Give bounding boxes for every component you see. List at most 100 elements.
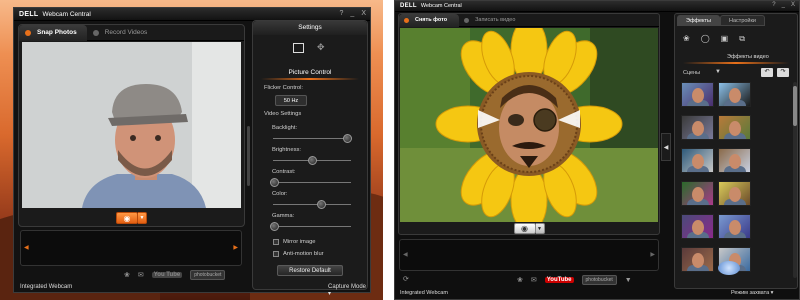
restore-default-button[interactable]: Restore Default xyxy=(277,265,343,276)
camera-icon: ◉ xyxy=(123,213,131,223)
flicker-control-select[interactable]: 50 Hz xyxy=(275,95,307,106)
effect-thumbnail[interactable] xyxy=(718,82,751,107)
anti-motion-blur-checkbox[interactable] xyxy=(273,251,279,257)
windows-icon[interactable]: ⧉ xyxy=(739,34,745,44)
undo-icon[interactable]: ↶ xyxy=(761,68,773,77)
capture-mode-button[interactable]: Режим захвата ▾ xyxy=(731,290,773,296)
snap-options-dropdown[interactable]: ▼ xyxy=(138,212,147,224)
effect-thumbnail[interactable] xyxy=(681,181,714,206)
slider-knob[interactable] xyxy=(270,222,280,231)
tab-snap-photos[interactable]: Снять фото xyxy=(399,14,460,27)
mirror-image-checkbox[interactable] xyxy=(273,239,279,245)
shield-icon[interactable]: ◯ xyxy=(701,34,710,44)
window-title: Webcam Central xyxy=(420,3,462,9)
effect-thumbnail[interactable] xyxy=(718,148,751,173)
thumbnail-face xyxy=(692,121,704,136)
tab-settings[interactable]: Настройки xyxy=(720,15,765,26)
move-icon[interactable]: ✥ xyxy=(317,42,325,53)
webcam-window-ru: DELL Webcam Central ? _ X Снять фото Зап… xyxy=(394,0,800,300)
picture-control-label: Picture Control xyxy=(288,69,332,76)
palette-icon[interactable]: ❀ xyxy=(683,34,690,44)
capture-panel: Snap Photos Record Videos ◉ ▼ xyxy=(18,24,245,227)
effect-thumbnail[interactable] xyxy=(681,82,714,107)
collapse-side-panel-button[interactable]: ◀ xyxy=(661,133,671,161)
help-button[interactable]: ? xyxy=(340,10,344,17)
mail-icon[interactable]: ✉ xyxy=(138,271,144,279)
tab-label: Снять фото xyxy=(415,17,448,23)
thumbnail-face xyxy=(729,154,741,169)
effect-bubble-icon[interactable] xyxy=(718,261,740,275)
tab-record-videos[interactable]: Record Videos xyxy=(87,25,158,41)
close-button[interactable]: X xyxy=(791,2,795,8)
slider-track[interactable] xyxy=(273,134,352,143)
slider-knob[interactable] xyxy=(316,200,326,209)
slider-track[interactable] xyxy=(270,222,351,231)
effects-icon[interactable]: ❀ xyxy=(517,276,523,284)
snap-options-dropdown[interactable]: ▼ xyxy=(535,223,545,234)
strip-right-arrow[interactable]: ▶ xyxy=(650,251,655,258)
slider-label: Brightness: xyxy=(272,147,301,153)
camera-icon: ◉ xyxy=(521,224,528,233)
record-dot-icon xyxy=(464,18,470,23)
effect-thumbnail[interactable] xyxy=(718,214,751,239)
effects-scrollbar[interactable] xyxy=(793,82,797,278)
effects-icon[interactable]: ❀ xyxy=(124,271,130,279)
title-bar[interactable]: DELL Webcam Central ? _ X xyxy=(395,1,799,12)
effect-thumbnail[interactable] xyxy=(681,247,714,272)
slider-knob[interactable] xyxy=(307,156,317,165)
settings-panel: Settings ✥ Picture Control Flicker Contr… xyxy=(252,20,368,290)
youtube-button[interactable]: YouTube xyxy=(544,277,574,283)
panel-splitter[interactable] xyxy=(247,126,250,186)
close-button[interactable]: X xyxy=(361,10,366,17)
refresh-icon[interactable]: ⟳ xyxy=(403,275,409,283)
picture-control-icon[interactable] xyxy=(293,43,304,53)
thumbnail-face xyxy=(692,88,704,103)
slider-knob[interactable] xyxy=(270,178,280,187)
window-title: Webcam Central xyxy=(42,10,91,18)
capture-mode-button[interactable]: Capture Mode ▾ xyxy=(328,284,370,297)
chevron-down-icon[interactable]: ▼ xyxy=(625,277,632,284)
dell-logo: DELL xyxy=(19,10,39,18)
scenes-dropdown-icon[interactable]: ▼ xyxy=(715,69,721,75)
scrollbar-thumb[interactable] xyxy=(793,86,797,126)
thumbnail-strip: ◀ ▶ xyxy=(20,230,242,266)
strip-right-arrow[interactable]: ▶ xyxy=(233,244,238,251)
minimize-button[interactable]: _ xyxy=(350,10,354,17)
strip-left-arrow[interactable]: ◀ xyxy=(403,251,408,258)
share-toolbar: ❀ ✉ You Tube photobucket xyxy=(124,270,226,280)
slider-track[interactable] xyxy=(270,178,351,187)
tab-effects[interactable]: Эффекты xyxy=(677,15,721,26)
snap-photo-button[interactable]: ◉ xyxy=(513,223,536,234)
slider-label: Contrast: xyxy=(272,169,296,175)
youtube-button[interactable]: You Tube xyxy=(151,272,183,278)
redo-icon[interactable]: ↷ xyxy=(777,68,789,77)
chevron-left-icon: ◀ xyxy=(663,144,669,151)
tab-snap-photos[interactable]: Snap Photos xyxy=(19,25,87,41)
slider-track[interactable] xyxy=(273,156,351,165)
tab-label: Record Videos xyxy=(104,29,148,36)
record-dot-icon xyxy=(92,30,99,36)
minimize-button[interactable]: _ xyxy=(782,2,785,8)
thumbnail-face xyxy=(729,88,741,103)
mail-icon[interactable]: ✉ xyxy=(531,276,537,284)
monitor-icon[interactable]: ▣ xyxy=(721,34,729,44)
effect-thumbnail[interactable] xyxy=(718,181,751,206)
effect-thumbnail[interactable] xyxy=(681,214,714,239)
status-camera-name: Integrated Webcam xyxy=(20,284,73,290)
slider-knob[interactable] xyxy=(342,134,352,143)
help-button[interactable]: ? xyxy=(772,2,775,8)
sunflower-effect-image xyxy=(400,28,658,222)
snap-photo-button[interactable]: ◉ xyxy=(116,212,138,224)
video-settings-label: Video Settings xyxy=(264,111,302,117)
effect-thumbnail[interactable] xyxy=(681,148,714,173)
mirror-image-label: Mirror image xyxy=(283,239,316,245)
effect-thumbnail[interactable] xyxy=(681,115,714,140)
chevron-down-icon: ▼ xyxy=(139,215,145,221)
slider-track[interactable] xyxy=(273,200,351,209)
tab-record-videos[interactable]: Записать видео xyxy=(459,14,525,27)
capture-mode-label: Режим захвата xyxy=(731,290,770,296)
photobucket-button[interactable]: photobucket xyxy=(581,275,617,285)
effect-thumbnail[interactable] xyxy=(718,115,751,140)
strip-left-arrow[interactable]: ◀ xyxy=(24,244,29,251)
photobucket-button[interactable]: photobucket xyxy=(190,270,226,280)
